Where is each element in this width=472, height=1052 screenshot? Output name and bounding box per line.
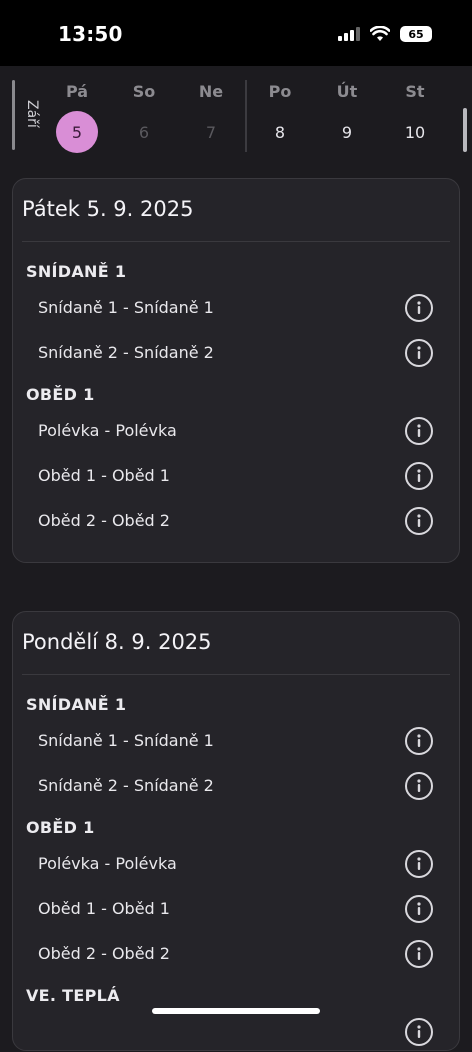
status-icons: 65: [338, 26, 432, 42]
month-rail: [12, 80, 15, 150]
meal-row: Snídaně 1 - Snídaně 1: [13, 721, 459, 761]
day-pa[interactable]: Pá 5: [52, 82, 102, 153]
info-circle-icon[interactable]: [405, 417, 433, 445]
day-title: Pátek 5. 9. 2025: [22, 197, 194, 221]
meal-name: Oběd 2 - Oběd 2: [38, 511, 170, 530]
day-menu-card: Pondělí 8. 9. 2025 SNÍDANĚ 1 Snídaně 1 -…: [12, 611, 460, 1051]
meal-row: Polévka - Polévka: [13, 844, 459, 884]
day-number: 9: [341, 122, 353, 142]
meal-row: [13, 1012, 459, 1052]
day-name: Pá: [65, 82, 89, 101]
meal-name: Polévka - Polévka: [38, 854, 177, 873]
info-circle-icon[interactable]: [405, 850, 433, 878]
info-circle-icon[interactable]: [405, 895, 433, 923]
day-number: 6: [138, 122, 150, 142]
divider: [22, 241, 450, 242]
home-indicator[interactable]: [152, 1008, 320, 1014]
meal-row: Snídaně 1 - Snídaně 1: [13, 288, 459, 328]
day-number: 8: [274, 122, 286, 142]
info-circle-icon[interactable]: [405, 462, 433, 490]
meal-row: Oběd 2 - Oběd 2: [13, 934, 459, 974]
day-number: 10: [404, 122, 426, 142]
meal-name: Oběd 1 - Oběd 1: [38, 466, 170, 485]
section-heading: SNÍDANĚ 1: [26, 262, 127, 281]
day-name: Po: [268, 82, 292, 101]
wifi-icon: [370, 26, 390, 41]
week-calendar-strip: Září Pá 5 So 6 Ne 7 Po 8 Út 9 St 10: [0, 66, 472, 170]
section-heading: OBĚD 1: [26, 385, 95, 404]
day-so[interactable]: So 6: [119, 82, 169, 152]
day-po[interactable]: Po 8: [255, 82, 305, 152]
status-bar: 13:50 65: [0, 0, 472, 66]
meal-name: Snídaně 1 - Snídaně 1: [38, 731, 214, 750]
day-title: Pondělí 8. 9. 2025: [22, 630, 212, 654]
info-circle-icon[interactable]: [405, 507, 433, 535]
section-heading: VE. TEPLÁ: [26, 986, 120, 1005]
day-name: So: [132, 82, 156, 101]
meal-row: Oběd 2 - Oběd 2: [13, 501, 459, 541]
day-name: St: [405, 82, 425, 101]
meal-name: Oběd 1 - Oběd 1: [38, 899, 170, 918]
meal-name: Polévka - Polévka: [38, 421, 177, 440]
meal-name: Oběd 2 - Oběd 2: [38, 944, 170, 963]
section-heading: OBĚD 1: [26, 818, 95, 837]
day-number-selected: 5: [56, 111, 98, 153]
divider: [22, 674, 450, 675]
meal-row: Oběd 1 - Oběd 1: [13, 889, 459, 929]
day-name: Ne: [198, 82, 224, 101]
meal-name: Snídaně 1 - Snídaně 1: [38, 298, 214, 317]
day-name: Út: [336, 82, 358, 101]
battery-level: 65: [408, 27, 424, 41]
cellular-signal-icon: [338, 27, 360, 41]
week-divider: [245, 80, 247, 152]
battery-icon: 65: [400, 26, 432, 42]
info-circle-icon[interactable]: [405, 1018, 433, 1046]
info-circle-icon[interactable]: [405, 940, 433, 968]
meal-row: Polévka - Polévka: [13, 411, 459, 451]
info-circle-icon[interactable]: [405, 772, 433, 800]
info-circle-icon[interactable]: [405, 727, 433, 755]
section-heading: SNÍDANĚ 1: [26, 695, 127, 714]
day-ut[interactable]: Út 9: [322, 82, 372, 152]
meal-row: Snídaně 2 - Snídaně 2: [13, 333, 459, 373]
meal-row: Snídaně 2 - Snídaně 2: [13, 766, 459, 806]
day-ne[interactable]: Ne 7: [186, 82, 236, 152]
month-label: Září: [24, 100, 40, 128]
info-circle-icon[interactable]: [405, 294, 433, 322]
horizontal-scroll-indicator[interactable]: [463, 108, 467, 152]
meal-name: Snídaně 2 - Snídaně 2: [38, 776, 214, 795]
day-st[interactable]: St 10: [390, 82, 440, 152]
day-number: 7: [205, 122, 217, 142]
day-menu-card: Pátek 5. 9. 2025 SNÍDANĚ 1 Snídaně 1 - S…: [12, 178, 460, 563]
meal-row: Oběd 1 - Oběd 1: [13, 456, 459, 496]
info-circle-icon[interactable]: [405, 339, 433, 367]
meal-name: Snídaně 2 - Snídaně 2: [38, 343, 214, 362]
status-time: 13:50: [58, 22, 123, 46]
